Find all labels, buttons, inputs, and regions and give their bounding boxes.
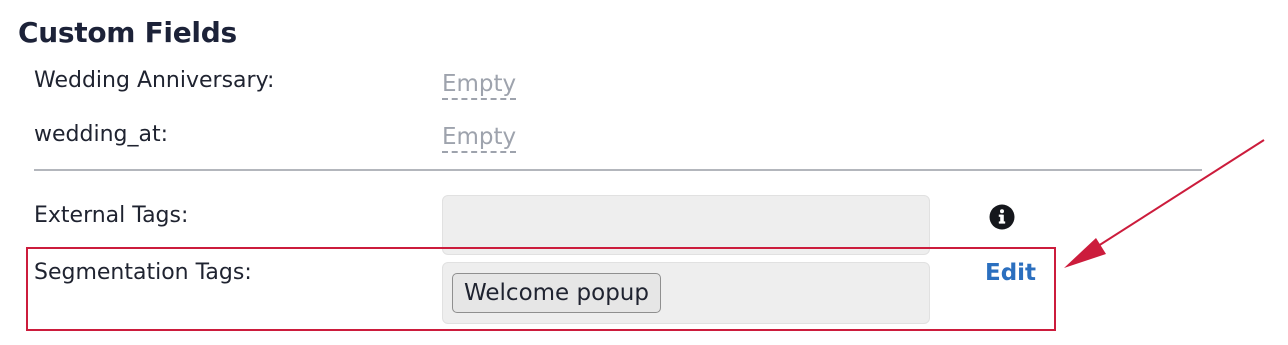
custom-fields-panel: Custom Fields Wedding Anniversary: Empty… xyxy=(0,0,1288,345)
wedding-at-value[interactable]: Empty xyxy=(442,123,517,153)
annotation-arrow xyxy=(1064,139,1265,268)
wedding-anniversary-label: Wedding Anniversary: xyxy=(34,68,275,93)
info-circle-icon[interactable] xyxy=(989,204,1015,230)
wedding-anniversary-value[interactable]: Empty xyxy=(442,70,517,100)
section-title: Custom Fields xyxy=(18,16,237,49)
external-tags-box xyxy=(442,195,930,255)
wedding-at-label: wedding_at: xyxy=(34,122,168,147)
section-divider xyxy=(34,169,1202,171)
external-tags-label: External Tags: xyxy=(34,203,189,228)
highlight-box xyxy=(26,247,1056,331)
